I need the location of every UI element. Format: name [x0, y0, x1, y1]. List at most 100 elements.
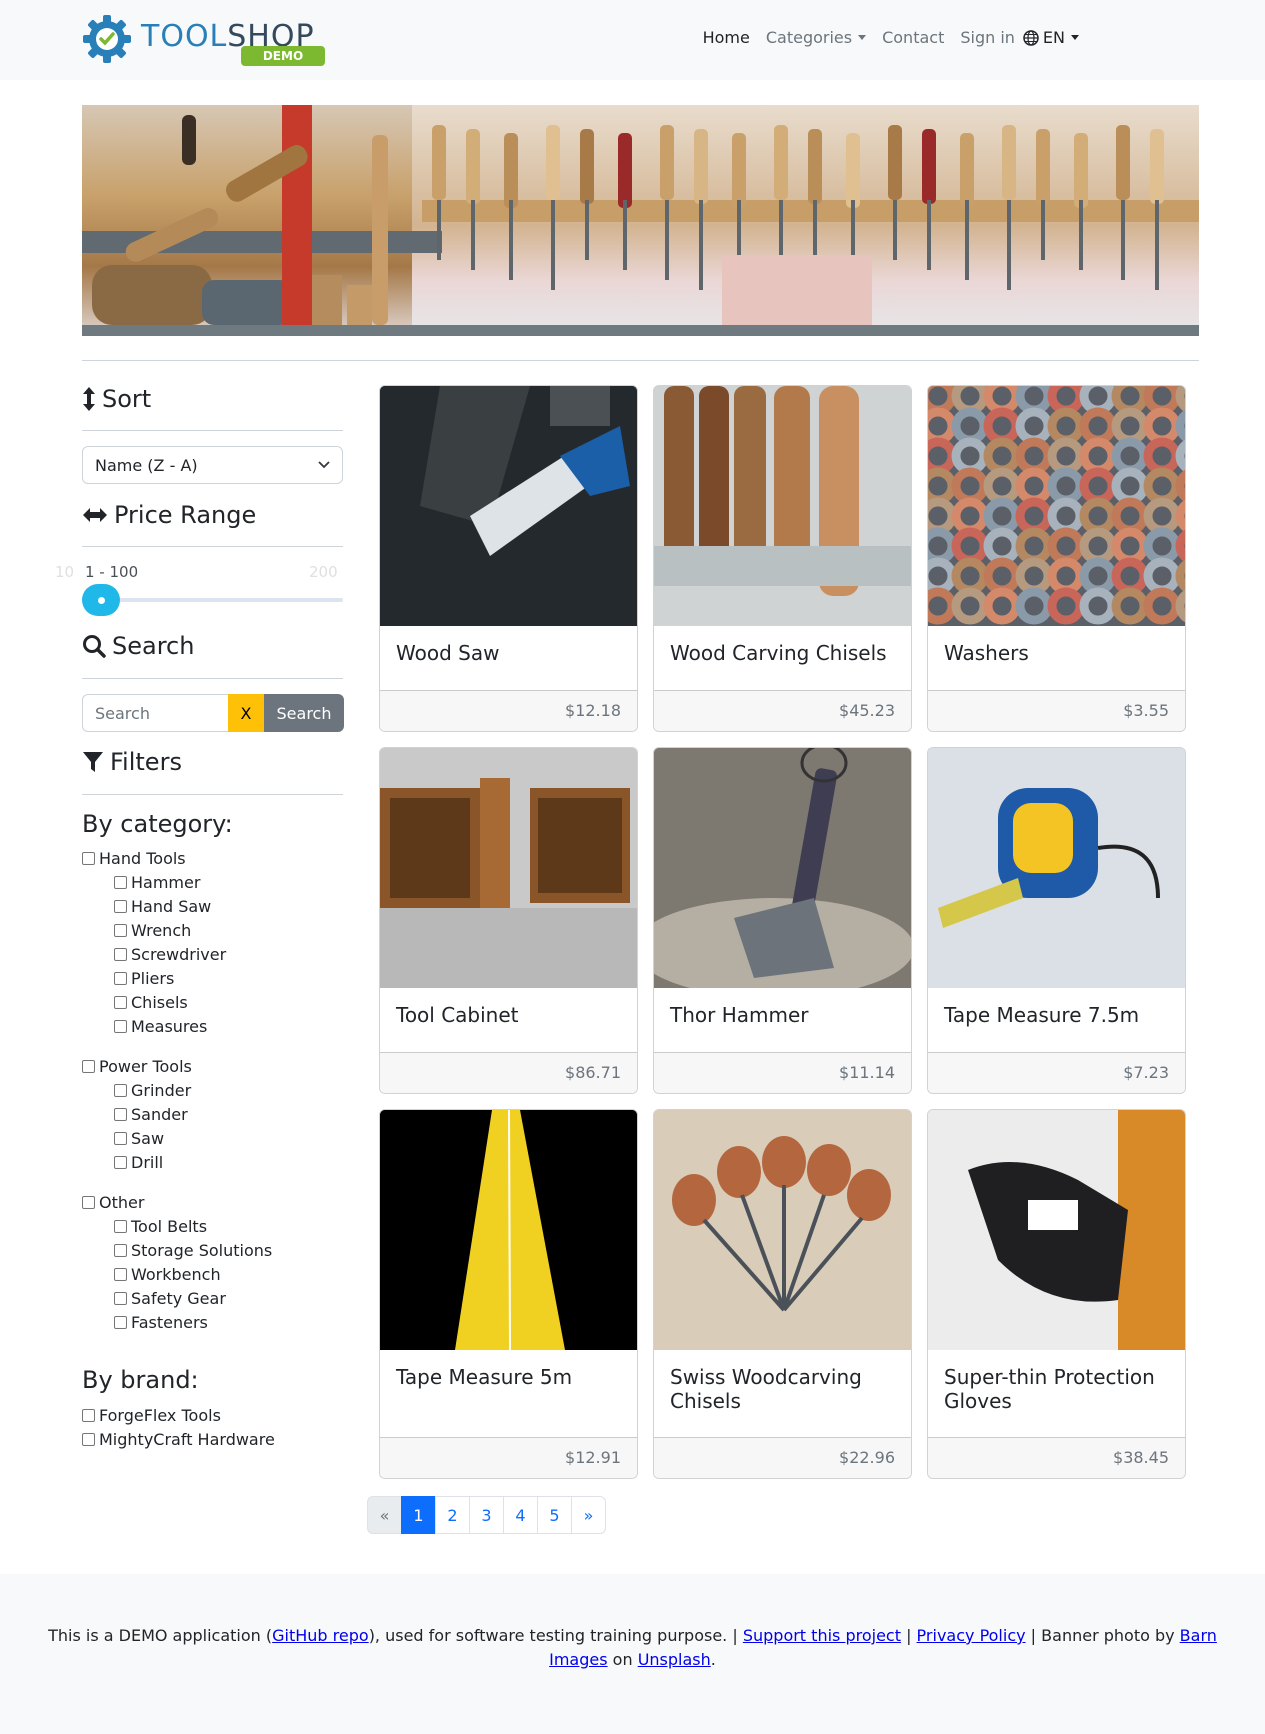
- category-label: Other: [99, 1192, 145, 1212]
- footer: This is a DEMO application (GitHub repo)…: [0, 1574, 1265, 1734]
- product-card[interactable]: Tool Cabinet $86.71: [379, 747, 638, 1094]
- checkbox[interactable]: [114, 995, 127, 1009]
- category-saw[interactable]: Saw: [114, 1128, 164, 1148]
- product-card[interactable]: Tape Measure 5m $12.91: [379, 1109, 638, 1479]
- language-selector[interactable]: EN: [1015, 28, 1087, 47]
- price-ceiling-label: 200: [309, 563, 338, 581]
- category-chisels[interactable]: Chisels: [114, 992, 188, 1012]
- product-price: $12.18: [380, 690, 637, 731]
- search-input[interactable]: Search: [82, 694, 228, 732]
- checkbox[interactable]: [114, 1107, 127, 1121]
- category-label: Chisels: [131, 992, 188, 1012]
- brand-forgeflex-tools[interactable]: ForgeFlex Tools: [82, 1405, 221, 1425]
- price-range-title: Price Range: [114, 501, 257, 529]
- page-5[interactable]: 5: [537, 1496, 572, 1534]
- category-other[interactable]: Other: [82, 1192, 144, 1212]
- product-card[interactable]: Thor Hammer $11.14: [653, 747, 912, 1094]
- category-measures[interactable]: Measures: [114, 1016, 207, 1036]
- product-image: [380, 386, 637, 626]
- clear-search-button[interactable]: X: [228, 694, 264, 732]
- product-card[interactable]: Swiss Woodcarving Chisels $22.96: [653, 1109, 912, 1479]
- checkbox[interactable]: [114, 947, 127, 961]
- checkbox[interactable]: [114, 971, 127, 985]
- category-hand-tools[interactable]: Hand Tools: [82, 848, 186, 868]
- checkbox[interactable]: [82, 851, 95, 865]
- category-hammer[interactable]: Hammer: [114, 872, 200, 892]
- checkbox[interactable]: [114, 1131, 127, 1145]
- category-drill[interactable]: Drill: [114, 1152, 163, 1172]
- checkbox[interactable]: [82, 1195, 95, 1209]
- category-label: Drill: [131, 1152, 164, 1172]
- category-label: Storage Solutions: [131, 1240, 273, 1260]
- category-label: Hammer: [131, 872, 201, 892]
- search-title: Search: [112, 632, 195, 660]
- search-button[interactable]: Search: [264, 694, 344, 732]
- page-3[interactable]: 3: [469, 1496, 504, 1534]
- category-storage-solutions[interactable]: Storage Solutions: [114, 1240, 272, 1260]
- category-tool-belts[interactable]: Tool Belts: [114, 1216, 207, 1236]
- category-workbench[interactable]: Workbench: [114, 1264, 221, 1284]
- page-2[interactable]: 2: [435, 1496, 470, 1534]
- price-floor-label: 10: [55, 563, 75, 581]
- checkbox[interactable]: [114, 875, 127, 889]
- sort-heading: Sort: [82, 380, 343, 418]
- brand-logo[interactable]: TOOLSHOP DEMO: [81, 13, 331, 68]
- unsplash-link[interactable]: Unsplash: [638, 1650, 711, 1669]
- category-sander[interactable]: Sander: [114, 1104, 188, 1124]
- product-price: $12.91: [380, 1437, 637, 1478]
- category-safety-gear[interactable]: Safety Gear: [114, 1288, 226, 1308]
- nav-sign-in[interactable]: Sign in: [952, 28, 1015, 47]
- checkbox[interactable]: [114, 1219, 127, 1233]
- checkbox[interactable]: [114, 1291, 127, 1305]
- category-screwdriver[interactable]: Screwdriver: [114, 944, 226, 964]
- page-next[interactable]: »: [571, 1496, 606, 1534]
- price-slider-track[interactable]: [82, 598, 343, 602]
- category-wrench[interactable]: Wrench: [114, 920, 191, 940]
- category-label: Saw: [131, 1128, 165, 1148]
- horizontal-arrows-icon: [83, 508, 107, 522]
- checkbox[interactable]: [114, 1267, 127, 1281]
- support-link[interactable]: Support this project: [743, 1626, 901, 1645]
- price-slider-handle[interactable]: [82, 584, 120, 616]
- checkbox[interactable]: [114, 1315, 127, 1329]
- nav-categories[interactable]: Categories: [758, 28, 874, 47]
- checkbox[interactable]: [114, 1243, 127, 1257]
- category-hand-saw[interactable]: Hand Saw: [114, 896, 211, 916]
- checkbox[interactable]: [114, 1083, 127, 1097]
- checkbox[interactable]: [114, 899, 127, 913]
- privacy-link[interactable]: Privacy Policy: [917, 1626, 1026, 1645]
- checkbox[interactable]: [114, 1019, 127, 1033]
- product-card[interactable]: Wood Carving Chisels $45.23: [653, 385, 912, 732]
- product-name: Washers: [944, 641, 1029, 665]
- brand-label: ForgeFlex Tools: [99, 1405, 221, 1425]
- brand-mightycraft-hardware[interactable]: MightyCraft Hardware: [82, 1429, 275, 1449]
- product-card[interactable]: Super-thin Protection Gloves $38.45: [927, 1109, 1186, 1479]
- page-prev[interactable]: «: [367, 1496, 402, 1534]
- search-form: Search X Search: [82, 694, 344, 732]
- checkbox[interactable]: [82, 1408, 95, 1422]
- category-label: Measures: [131, 1016, 208, 1036]
- category-power-tools[interactable]: Power Tools: [82, 1056, 192, 1076]
- globe-icon: [1023, 29, 1039, 46]
- page-1[interactable]: 1: [401, 1496, 436, 1534]
- category-pliers[interactable]: Pliers: [114, 968, 174, 988]
- checkbox[interactable]: [82, 1432, 95, 1446]
- sort-select[interactable]: Name (Z - A): [82, 446, 343, 484]
- navbar: TOOLSHOP DEMO Home Categories Contact Si…: [0, 0, 1265, 80]
- filters-title: Filters: [110, 748, 182, 776]
- product-card[interactable]: Wood Saw $12.18: [379, 385, 638, 732]
- product-card[interactable]: Tape Measure 7.5m $7.23: [927, 747, 1186, 1094]
- category-grinder[interactable]: Grinder: [114, 1080, 191, 1100]
- product-card[interactable]: Washers $3.55: [927, 385, 1186, 732]
- checkbox[interactable]: [114, 1155, 127, 1169]
- page-4[interactable]: 4: [503, 1496, 538, 1534]
- nav-categories-label: Categories: [765, 28, 853, 47]
- nav-contact[interactable]: Contact: [874, 28, 952, 47]
- github-link[interactable]: GitHub repo: [272, 1626, 369, 1645]
- product-image: [380, 748, 637, 988]
- checkbox[interactable]: [114, 923, 127, 937]
- category-fasteners[interactable]: Fasteners: [114, 1312, 208, 1332]
- category-label: Screwdriver: [131, 944, 227, 964]
- nav-home[interactable]: Home: [695, 28, 758, 47]
- checkbox[interactable]: [82, 1059, 95, 1073]
